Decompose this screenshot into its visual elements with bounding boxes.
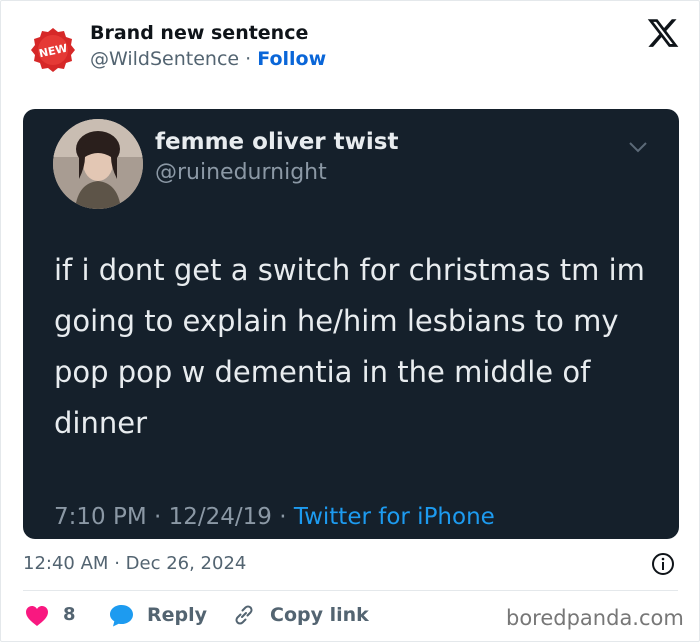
author-handle[interactable]: @WildSentence [90,48,239,70]
embedded-avatar [53,119,143,209]
info-icon[interactable] [651,552,675,576]
author-handle-line: @WildSentence · Follow [90,48,326,70]
reply-button[interactable]: Reply [147,604,207,626]
copy-link-button[interactable]: Copy link [270,604,369,626]
link-icon[interactable] [232,603,256,627]
tweet-date: Dec 26, 2024 [125,553,247,574]
embedded-author-handle: @ruinedurnight [155,160,327,185]
brand-avatar-new-badge[interactable]: NEW [30,27,76,73]
tweet-time: 12:40 AM [23,553,109,574]
embedded-tweet-source: Twitter for iPhone [293,504,495,530]
reply-icon[interactable] [109,604,134,627]
chevron-down-icon [629,142,647,153]
x-logo-icon[interactable] [646,16,680,50]
tweet-timestamp[interactable]: 12:40 AM · Dec 26, 2024 [23,553,246,574]
embedded-tweet-text: if i dont get a switch for christmas tm … [54,253,645,440]
embedded-tweet-time: 7:10 PM · 12/24/19 · [54,504,294,530]
watermark: boredpanda.com [506,606,684,630]
timestamp-separator: · [114,553,120,574]
follow-button[interactable]: Follow [257,48,326,70]
handle-separator: · [245,48,252,70]
author-name[interactable]: Brand new sentence [90,22,308,44]
embedded-tweet-meta: 7:10 PM · 12/24/19 · Twitter for iPhone [54,504,495,530]
like-count: 8 [63,604,76,625]
embedded-author-name: femme oliver twist [155,129,399,155]
heart-icon[interactable] [25,605,49,627]
divider [23,590,678,591]
embedded-tweet-image: femme oliver twist @ruinedurnight if i d… [23,109,679,539]
